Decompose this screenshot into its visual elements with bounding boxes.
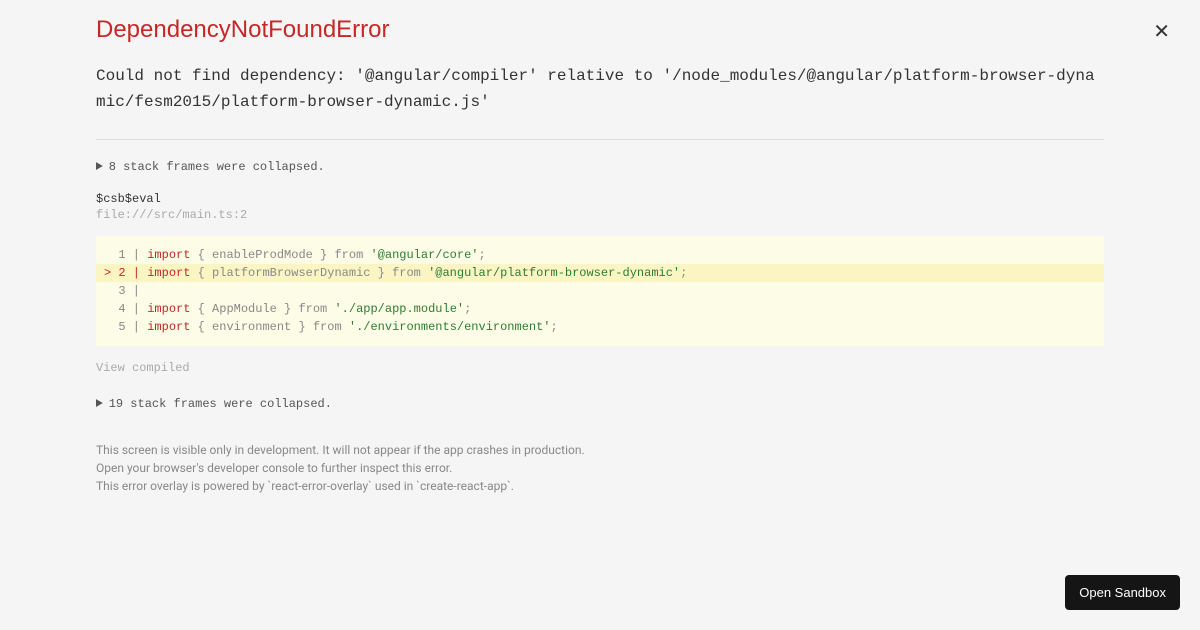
string-literal: '@angular/platform-browser-dynamic': [428, 266, 680, 280]
view-compiled-link[interactable]: View compiled: [96, 361, 190, 375]
string-literal: '@angular/core': [370, 248, 478, 262]
code-text: { platformBrowserDynamic } from: [190, 266, 428, 280]
line-gutter: 5 |: [104, 320, 147, 334]
stack-frame-path[interactable]: file:///src/main.ts:2: [96, 208, 1104, 222]
keyword: import: [147, 320, 190, 334]
collapsed-frames-1-summary[interactable]: 8 stack frames were collapsed.: [96, 160, 1104, 174]
keyword: import: [147, 266, 190, 280]
footer-text: This screen is visible only in developme…: [96, 441, 1104, 495]
error-message: Could not find dependency: '@angular/com…: [96, 64, 1104, 115]
code-line: > 2 | import { platformBrowserDynamic } …: [96, 264, 1104, 282]
line-gutter: > 2 |: [104, 266, 147, 280]
punct: ;: [551, 320, 558, 334]
code-text: { environment } from: [190, 320, 348, 334]
footer-line-2: Open your browser's developer console to…: [96, 459, 1104, 477]
overlay-header: DependencyNotFoundError ✕: [96, 16, 1104, 44]
error-name: DependencyNotFoundError: [96, 16, 1104, 44]
punct: ;: [479, 248, 486, 262]
code-line: 5 | import { environment } from './envir…: [96, 318, 1104, 336]
collapsed-frames-2[interactable]: 19 stack frames were collapsed.: [96, 397, 1104, 411]
code-line: 4 | import { AppModule } from './app/app…: [96, 300, 1104, 318]
string-literal: './environments/environment': [349, 320, 551, 334]
keyword: import: [147, 248, 190, 262]
code-text: { enableProdMode } from: [190, 248, 370, 262]
collapsed-frames-2-summary[interactable]: 19 stack frames were collapsed.: [96, 397, 1104, 411]
code-line: 3 |: [96, 282, 1104, 300]
code-snippet: 1 | import { enableProdMode } from '@ang…: [96, 236, 1104, 346]
footer-line-1: This screen is visible only in developme…: [96, 441, 1104, 459]
punct: ;: [464, 302, 471, 316]
close-button[interactable]: ✕: [1149, 18, 1174, 46]
footer-line-3: This error overlay is powered by `react-…: [96, 477, 1104, 495]
code-text: { AppModule } from: [190, 302, 334, 316]
line-gutter: 4 |: [104, 302, 147, 316]
keyword: import: [147, 302, 190, 316]
close-icon: ✕: [1153, 21, 1170, 43]
divider: [96, 139, 1104, 140]
collapsed-frames-1[interactable]: 8 stack frames were collapsed.: [96, 160, 1104, 174]
code-line: 1 | import { enableProdMode } from '@ang…: [96, 246, 1104, 264]
string-literal: './app/app.module': [334, 302, 464, 316]
stack-frame-label: $csb$eval: [96, 192, 1104, 206]
line-gutter: 1 |: [104, 248, 147, 262]
line-gutter: 3 |: [104, 284, 147, 298]
open-sandbox-button[interactable]: Open Sandbox: [1065, 575, 1180, 610]
punct: ;: [680, 266, 687, 280]
error-overlay: DependencyNotFoundError ✕ Could not find…: [0, 0, 1200, 527]
